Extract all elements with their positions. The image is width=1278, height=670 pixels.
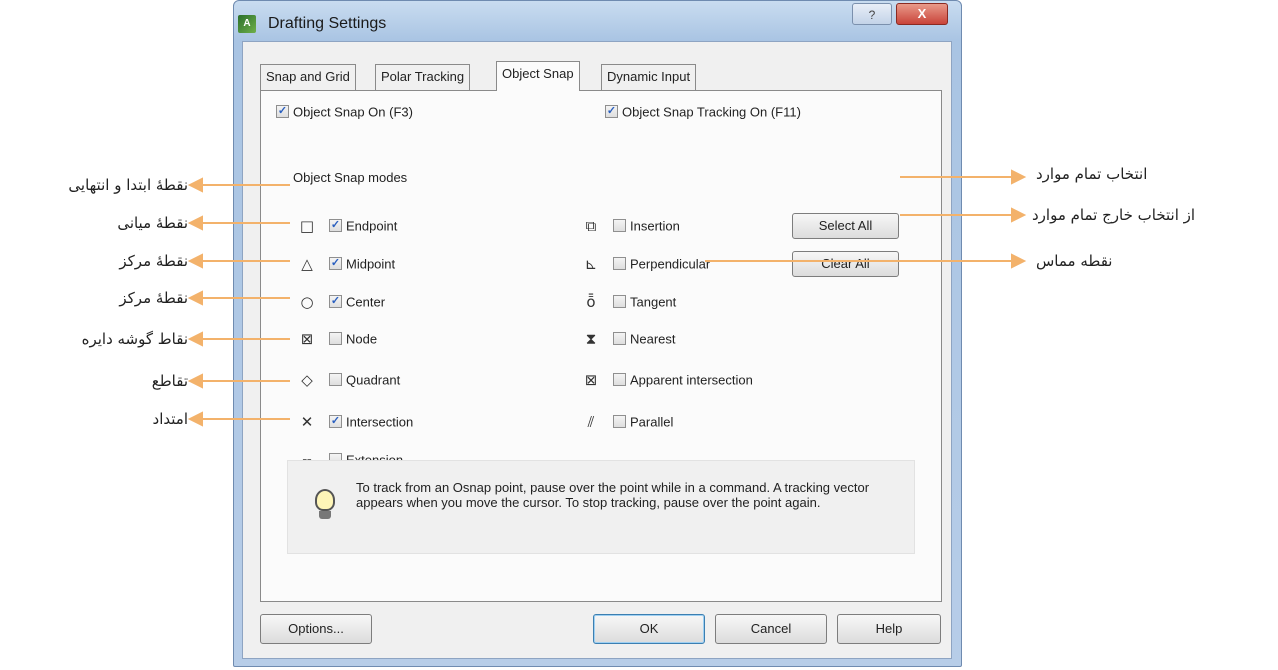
intersection-icon: ✕ (300, 413, 314, 431)
nearest-checkbox[interactable]: Nearest (613, 331, 676, 347)
center-icon: ○ (300, 293, 314, 311)
select-all-button[interactable]: Select All (792, 213, 899, 239)
ok-button[interactable]: OK (593, 614, 705, 644)
insertion-checkbox[interactable]: Insertion (613, 218, 680, 234)
parallel-checkbox[interactable]: Parallel (613, 414, 673, 430)
annotation-intersection: تقاطع (151, 372, 188, 390)
parallel-icon: ⫽ (587, 413, 595, 431)
perpendicular-icon: ⊾ (584, 255, 598, 273)
tracking-info-box: To track from an Osnap point, pause over… (287, 460, 915, 554)
lightbulb-icon (315, 489, 335, 511)
node-icon: ⊠ (300, 330, 314, 348)
tracking-info-text: To track from an Osnap point, pause over… (356, 480, 870, 510)
apparent-intersection-checkbox[interactable]: Apparent intersection (613, 372, 753, 388)
arrow-head-select-all (1011, 169, 1027, 185)
insertion-icon: ⧉ (585, 217, 597, 235)
tab-polar-tracking[interactable]: Polar Tracking (375, 64, 471, 90)
lightbulb-base (319, 511, 331, 519)
apparent-intersection-icon: ⊠ (584, 371, 598, 389)
checkbox-box[interactable] (329, 332, 342, 346)
endpoint-icon: □ (299, 217, 315, 235)
midpoint-checkbox[interactable]: ✓ Midpoint (329, 256, 395, 272)
annotation-extension: امتداد (152, 410, 188, 428)
arrow-head-intersection (187, 373, 203, 389)
checkbox-box[interactable] (613, 415, 626, 429)
arrow-head-clear-all (1011, 207, 1027, 223)
annotation-quadrant: نقاط گوشه دایره (81, 330, 188, 348)
checkbox-box[interactable]: ✓ (605, 105, 618, 119)
quadrant-icon: ◇ (301, 371, 313, 389)
annotation-center: نقطهٔ مرکز (119, 252, 188, 270)
center-checkbox[interactable]: ✓ Center (329, 294, 385, 310)
annotation-endpoint: نقطهٔ ابتدا و انتهایی (68, 176, 188, 194)
annotation-tangent: نقطه مماس (1036, 252, 1113, 270)
dialog-client-area: Snap and Grid Polar Tracking Object Snap… (242, 41, 952, 659)
arrow-head-endpoint (187, 177, 203, 193)
intersection-checkbox[interactable]: ✓ Intersection (329, 414, 413, 430)
arrow-head-center (187, 253, 203, 269)
arrow-head-extension (187, 411, 203, 427)
checkbox-box[interactable]: ✓ (329, 295, 342, 309)
help-button[interactable]: Help (837, 614, 941, 644)
checkbox-box[interactable]: ✓ (276, 105, 289, 119)
autocad-icon: A (238, 15, 256, 33)
tab-object-snap[interactable]: Object Snap (496, 61, 580, 91)
node-checkbox[interactable]: Node (329, 331, 377, 347)
object-snap-on-checkbox[interactable]: ✓ Object Snap On (F3) (276, 104, 413, 120)
checkbox-box[interactable]: ✓ (329, 219, 342, 233)
midpoint-icon: △ (301, 255, 313, 273)
checkbox-box[interactable] (613, 295, 626, 309)
checkbox-box[interactable] (613, 332, 626, 346)
annotation-node: نقطهٔ مرکز (119, 289, 188, 307)
window-title: Drafting Settings (268, 15, 387, 32)
arrow-head-tangent (1011, 253, 1027, 269)
tangent-checkbox[interactable]: Tangent (613, 294, 676, 310)
arrow-head-midpoint (187, 215, 203, 231)
perpendicular-checkbox[interactable]: Perpendicular (613, 256, 710, 272)
tab-dynamic-input[interactable]: Dynamic Input (601, 64, 697, 90)
object-snap-modes-caption: Object Snap modes (293, 170, 408, 185)
checkbox-box[interactable]: ✓ (329, 257, 342, 271)
arrow-head-quadrant (187, 331, 203, 347)
quadrant-checkbox[interactable]: Quadrant (329, 372, 400, 388)
help-title-button[interactable]: ? (852, 3, 892, 25)
checkbox-box[interactable] (329, 373, 342, 387)
tab-snap-and-grid[interactable]: Snap and Grid (260, 64, 356, 90)
object-snap-tracking-on-checkbox[interactable]: ✓ Object Snap Tracking On (F11) (605, 104, 801, 120)
checkbox-box[interactable]: ✓ (329, 415, 342, 429)
tangent-icon: ȭ (586, 293, 596, 311)
annotation-clear-all: از انتخاب خارج تمام موارد (1032, 206, 1196, 224)
arrow-head-node (187, 290, 203, 306)
drafting-settings-window: A Drafting Settings ? X Snap and Grid Po… (233, 0, 962, 667)
close-button[interactable]: X (896, 3, 948, 25)
nearest-icon: ⧗ (585, 330, 597, 348)
object-snap-panel: ✓ Object Snap On (F3) ✓ Object Snap Tracki… (260, 90, 942, 602)
checkbox-box[interactable] (613, 257, 626, 271)
endpoint-checkbox[interactable]: ✓ Endpoint (329, 218, 397, 234)
checkbox-box[interactable] (613, 373, 626, 387)
cancel-button[interactable]: Cancel (715, 614, 827, 644)
title-bar[interactable]: A Drafting Settings ? X (234, 1, 961, 41)
annotation-midpoint: نقطهٔ میانی (117, 214, 188, 232)
clear-all-button[interactable]: Clear All (792, 251, 899, 277)
checkbox-box[interactable] (613, 219, 626, 233)
annotation-select-all: انتخاب تمام موارد (1036, 165, 1148, 183)
options-button[interactable]: Options... (260, 614, 372, 644)
